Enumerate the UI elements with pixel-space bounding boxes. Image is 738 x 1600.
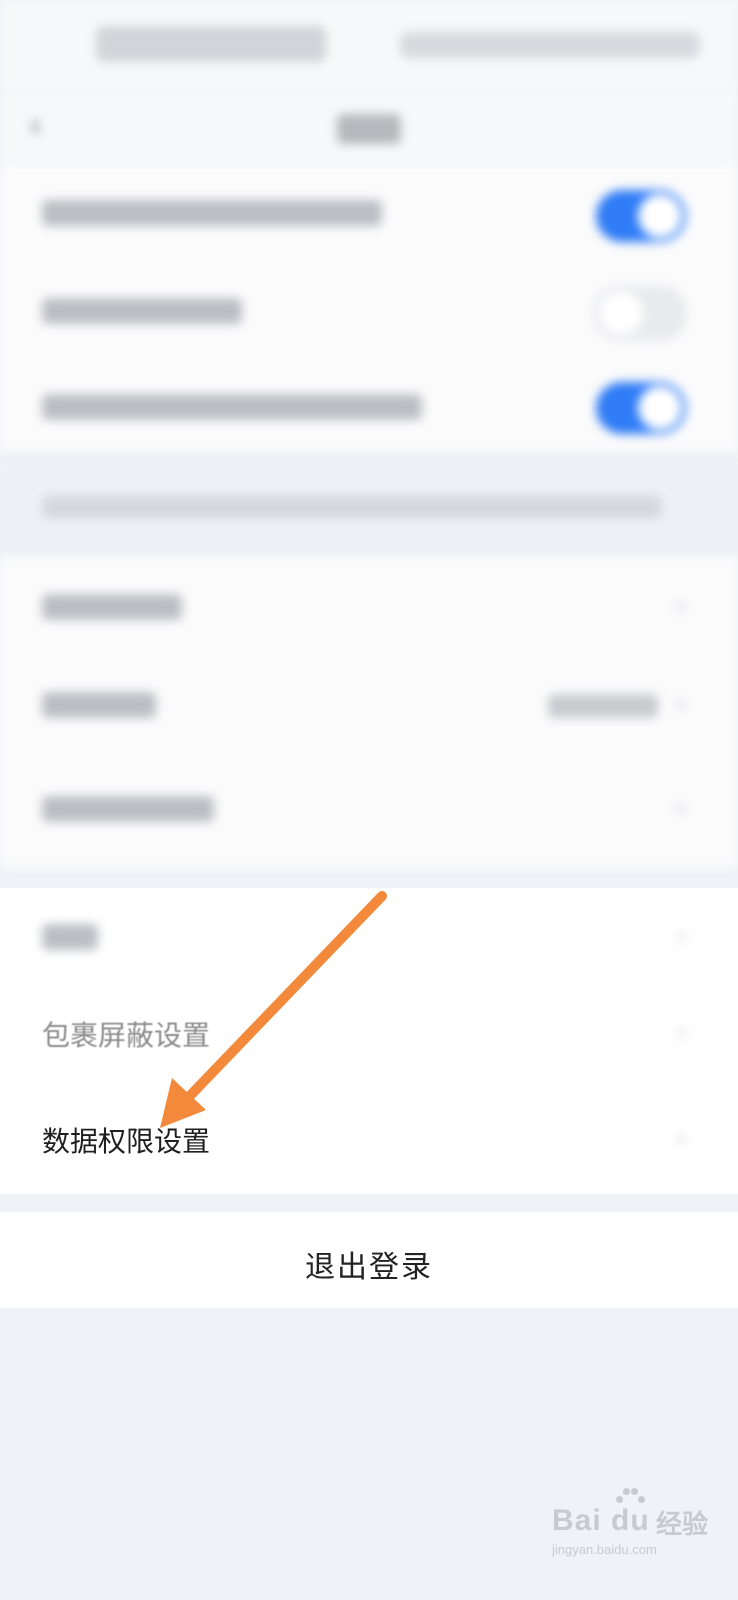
toggle-row-1-label	[42, 200, 382, 226]
link-row-1-label	[42, 594, 182, 620]
hint-text	[42, 496, 662, 518]
hint-band	[0, 454, 738, 556]
watermark-cn: 经验	[656, 1509, 709, 1539]
package-shield-row[interactable]: 包裹屏蔽设置 ›	[0, 984, 738, 1088]
status-indicators	[400, 32, 700, 58]
logout-label: 退出登录	[305, 1251, 433, 1284]
toggle-row-2-switch[interactable]	[594, 286, 686, 340]
baidu-watermark: Bai du 经验 jingyan.baidu.com	[552, 1488, 712, 1557]
privacy-settings-section: › 包裹屏蔽设置 › 数据权限设置 ›	[0, 888, 738, 1194]
chevron-right-icon: ›	[676, 589, 686, 620]
link-row-4-label	[42, 924, 98, 950]
toggle-knob	[599, 291, 643, 335]
toggle-row-2	[0, 260, 738, 358]
watermark-url: jingyan.baidu.com	[552, 1542, 657, 1557]
chevron-right-icon: ›	[676, 919, 686, 950]
link-row-1[interactable]: ›	[0, 556, 738, 654]
nav-bar: ‹	[0, 90, 738, 162]
status-bar	[0, 0, 738, 90]
data-permission-row[interactable]: 数据权限设置 ›	[0, 1088, 738, 1194]
link-row-4[interactable]: ›	[0, 888, 738, 984]
toggle-knob	[638, 386, 682, 430]
package-shield-label: 包裹屏蔽设置	[42, 1020, 211, 1051]
chevron-right-icon: ›	[676, 1015, 686, 1046]
toggle-settings-section	[0, 162, 738, 454]
toggle-row-3-switch[interactable]	[596, 382, 686, 434]
toggle-row-1	[0, 162, 738, 260]
link-row-3[interactable]: ›	[0, 754, 738, 864]
link-row-2-value	[548, 694, 658, 718]
chevron-right-icon: ›	[676, 791, 686, 822]
chevron-right-icon: ›	[676, 687, 686, 718]
page-title	[0, 108, 738, 145]
toggle-row-3-label	[42, 394, 422, 420]
watermark-logo: Bai du	[552, 1504, 650, 1537]
chevron-right-icon: ›	[676, 1121, 686, 1152]
link-row-2-label	[42, 692, 156, 718]
toggle-knob	[638, 194, 682, 238]
link-row-2[interactable]: ›	[0, 654, 738, 754]
data-permission-label: 数据权限设置	[42, 1126, 211, 1157]
toggle-row-3	[0, 358, 738, 454]
status-carrier-info	[96, 26, 326, 62]
toggle-row-2-label	[42, 298, 242, 324]
toggle-row-1-switch[interactable]	[596, 190, 686, 242]
link-row-3-label	[42, 796, 214, 822]
link-settings-section: › › ›	[0, 556, 738, 868]
logout-button[interactable]: 退出登录	[0, 1212, 738, 1308]
